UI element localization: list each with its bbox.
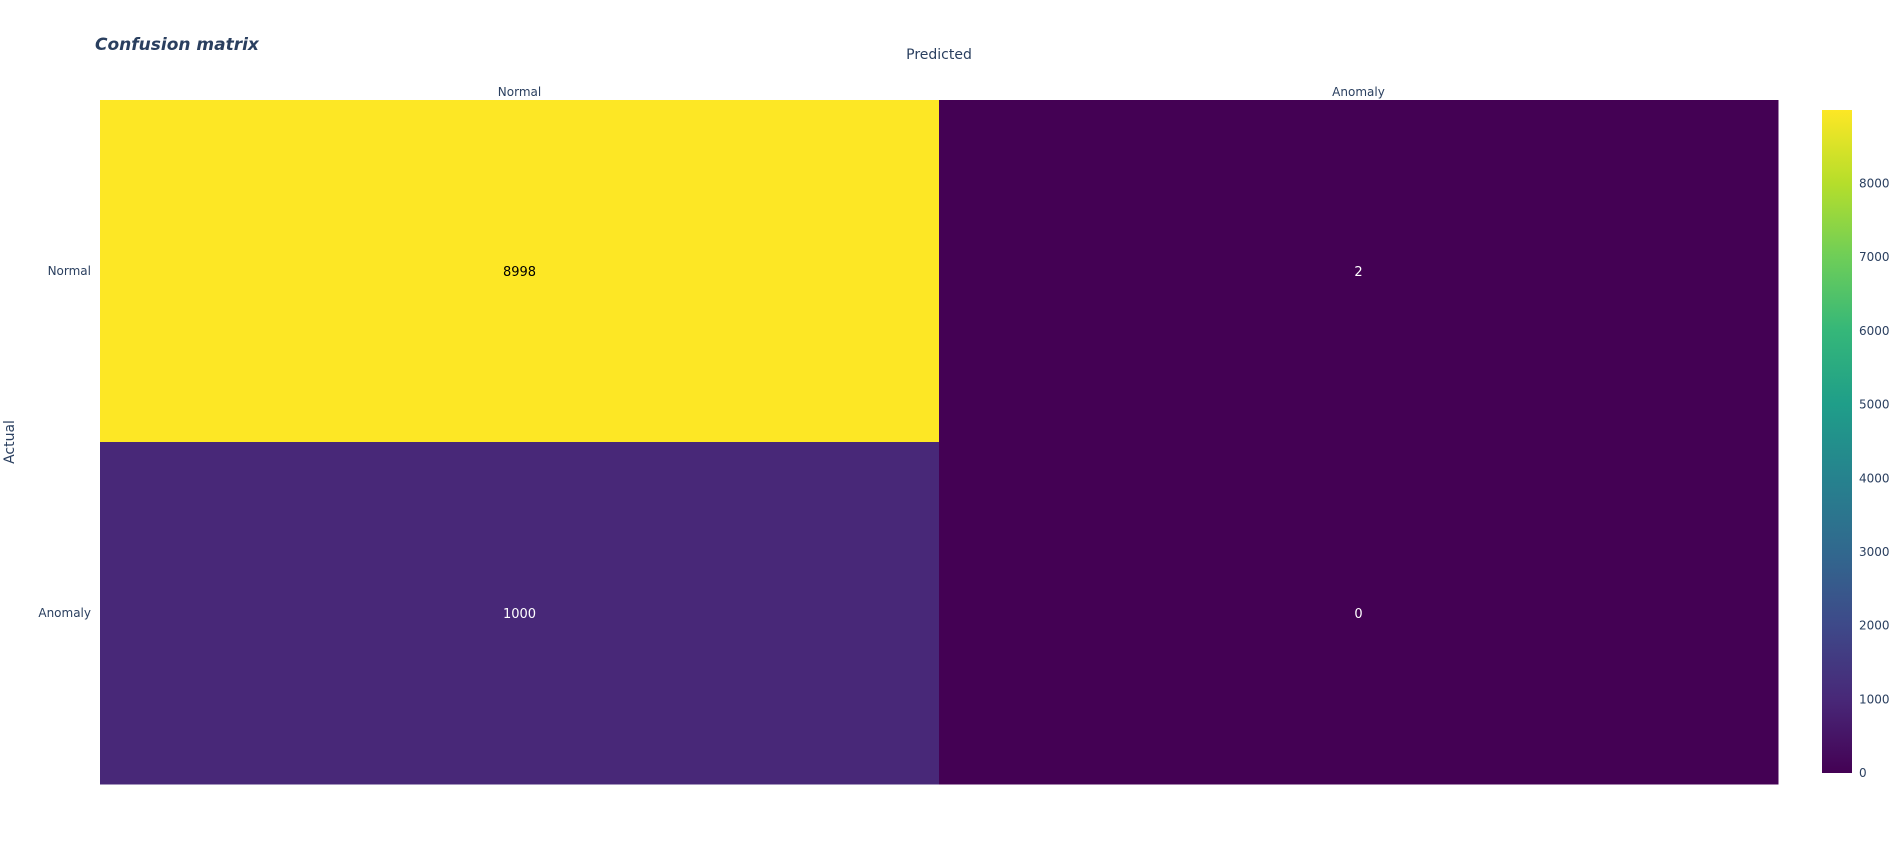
y-tick-label: Normal <box>48 264 91 278</box>
colorbar-tick-label: 5000 <box>1859 398 1890 412</box>
colorbar-tick-label: 1000 <box>1859 692 1890 706</box>
colorbar-tick-label: 4000 <box>1859 471 1890 485</box>
chart-title: Confusion matrix <box>95 35 260 55</box>
x-tick-label: Anomaly <box>1332 85 1385 99</box>
cell-value-label: 2 <box>1354 265 1362 280</box>
colorbar-tick-label: 7000 <box>1859 250 1890 264</box>
cell-value-label: 0 <box>1354 607 1362 622</box>
cell-value-label: 1000 <box>503 607 536 622</box>
cell-value-label: 8998 <box>503 265 536 280</box>
confusion-matrix-chart: Confusion matrix Predicted Actual 8998 2 1… <box>2 35 1890 785</box>
colorbar-tick-label: 3000 <box>1859 545 1890 559</box>
colorbar-tick-label: 6000 <box>1859 324 1890 338</box>
colorbar-tick-label: 8000 <box>1859 177 1890 191</box>
y-tick-label: Anomaly <box>38 606 91 620</box>
colorbar <box>1822 110 1852 773</box>
y-axis-title: Actual <box>2 420 18 464</box>
x-axis-title: Predicted <box>906 47 972 63</box>
x-tick-label: Normal <box>498 85 541 99</box>
colorbar-tick-label: 0 <box>1859 766 1867 780</box>
colorbar-tick-label: 2000 <box>1859 619 1890 633</box>
